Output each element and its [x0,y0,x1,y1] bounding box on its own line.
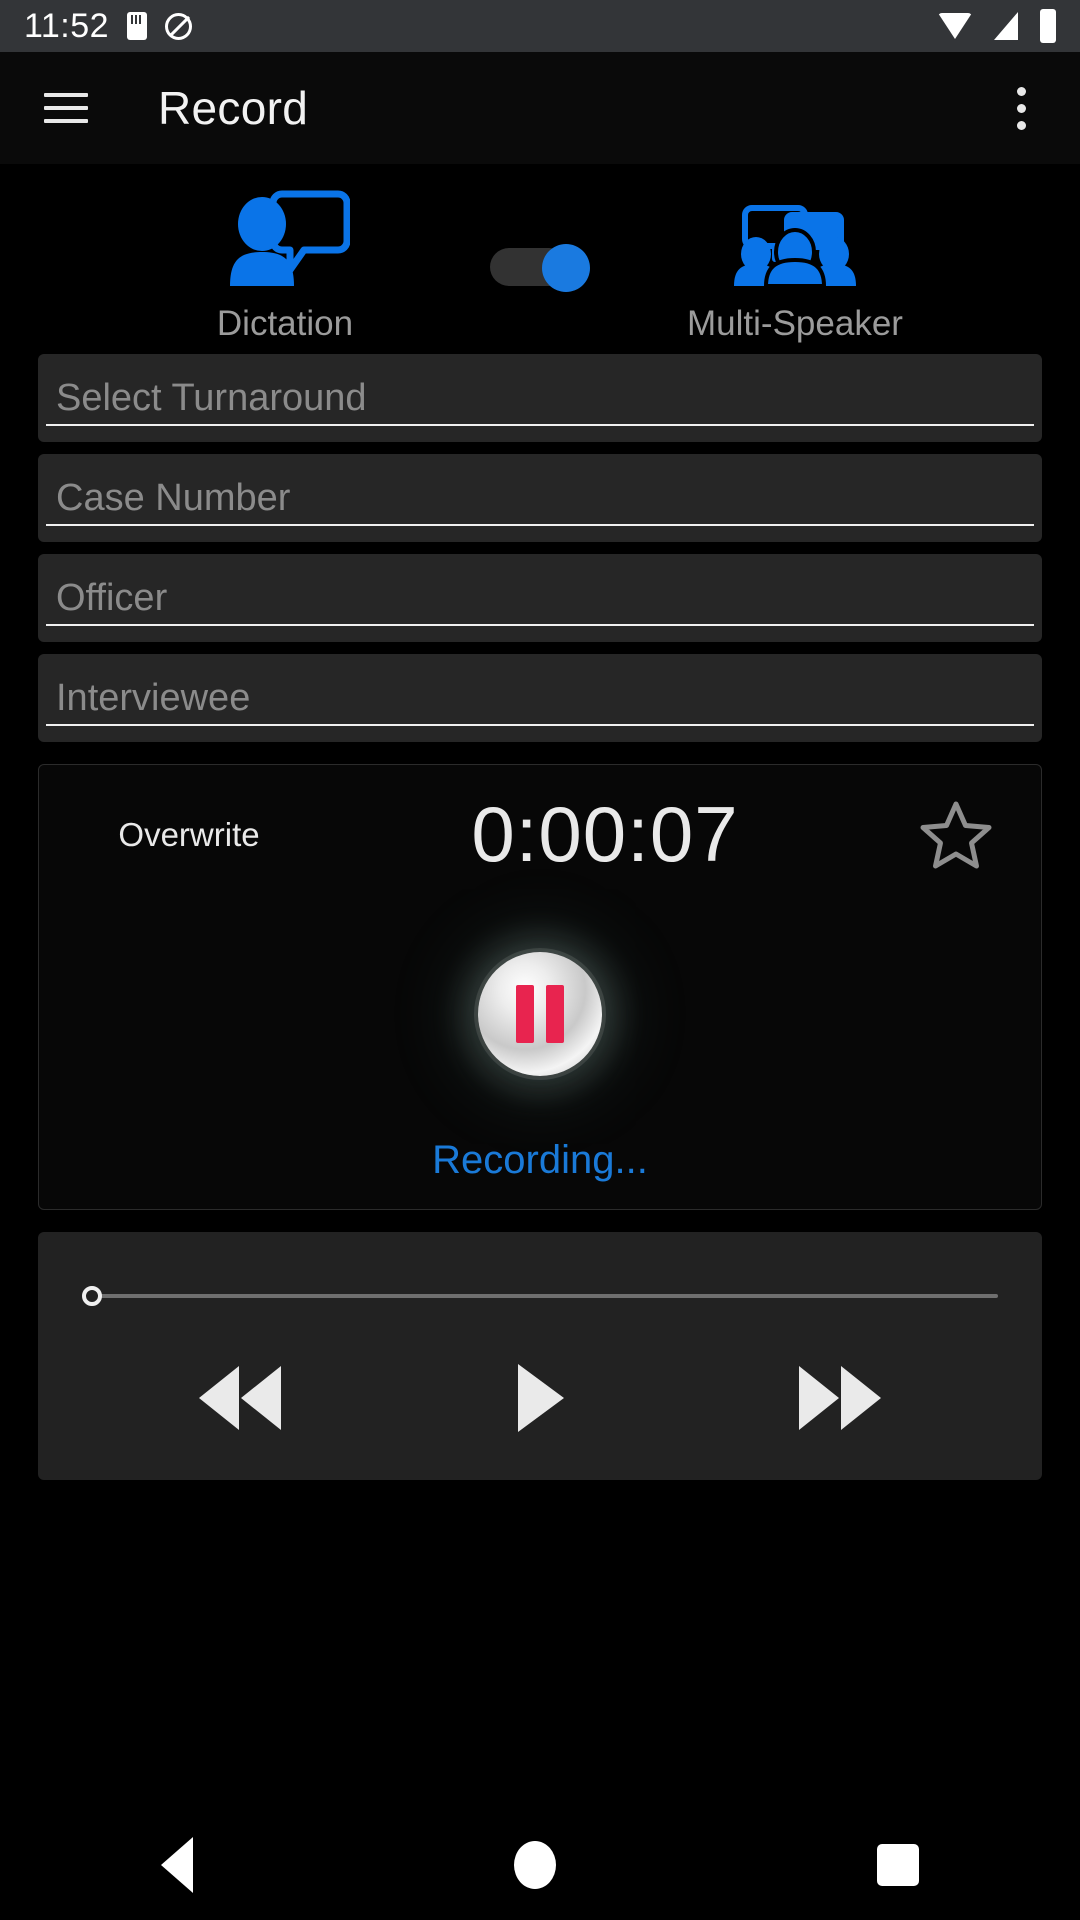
playback-transport-controls [82,1360,998,1436]
dictation-multispeaker-toggle[interactable] [490,244,590,292]
more-vertical-icon[interactable] [1007,77,1036,140]
mode-option-dictation[interactable]: Dictation [120,190,450,344]
field-underline [46,424,1034,426]
mute-icon [165,12,193,40]
mode-switch-row: Dictation Multi-Speaker [0,164,1080,344]
toggle-thumb [542,244,590,292]
officer-field[interactable]: Officer [38,554,1042,642]
play-icon[interactable] [512,1360,568,1436]
status-bar: 11:52 [0,0,1080,52]
wifi-icon [938,13,972,39]
case-number-placeholder: Case Number [56,476,291,519]
seek-track [96,1294,998,1298]
nav-home-icon[interactable] [513,1841,556,1889]
turnaround-placeholder: Select Turnaround [56,376,367,419]
rewind-icon[interactable] [195,1360,285,1436]
interviewee-placeholder: Interviewee [56,676,251,719]
pause-icon-bar-right [546,985,564,1043]
record-pause-button[interactable] [478,952,602,1076]
seek-thumb[interactable] [82,1286,102,1306]
mode-toggle-wrap [450,219,630,315]
pause-icon-bar-left [516,985,534,1043]
overwrite-label[interactable]: Overwrite [69,816,309,854]
battery-icon [1040,9,1056,43]
case-number-field[interactable]: Case Number [38,454,1042,542]
fast-forward-icon[interactable] [795,1360,885,1436]
hamburger-menu-icon[interactable] [44,93,88,123]
interviewee-field[interactable]: Interviewee [38,654,1042,742]
status-bar-left: 11:52 [24,6,193,46]
playback-seek-slider[interactable] [82,1286,998,1306]
status-bar-clock: 11:52 [24,6,110,45]
signal-icon [994,12,1018,40]
star-outline-icon[interactable] [901,799,1011,871]
mode-label-dictation: Dictation [216,304,354,343]
page-title: Record [158,82,309,134]
sd-card-icon [127,12,148,40]
mode-option-multispeaker[interactable]: Multi-Speaker [630,190,960,344]
field-underline [46,524,1034,526]
mode-label-multispeaker: Multi-Speaker [687,304,903,343]
field-underline [46,624,1034,626]
android-navigation-bar [0,1810,1080,1920]
turnaround-field[interactable]: Select Turnaround [38,354,1042,442]
multi-speaker-icon [730,190,860,286]
status-bar-right [938,9,1056,43]
nav-recents-icon[interactable] [877,1844,920,1886]
record-button-area [39,894,1041,1134]
officer-placeholder: Officer [56,576,168,619]
single-speaker-icon [220,190,350,286]
recording-timer: 0:00:07 [471,790,739,878]
recording-status-text: Recording... [432,1138,648,1182]
recorder-card: Overwrite 0:00:07 Recording... [38,764,1042,1210]
recorder-header: Overwrite 0:00:07 [39,789,1041,880]
field-underline [46,724,1034,726]
playback-card [38,1232,1042,1480]
nav-back-icon[interactable] [160,1837,193,1893]
metadata-form: Select Turnaround Case Number Officer In… [0,344,1080,742]
app-bar: Record [0,52,1080,164]
